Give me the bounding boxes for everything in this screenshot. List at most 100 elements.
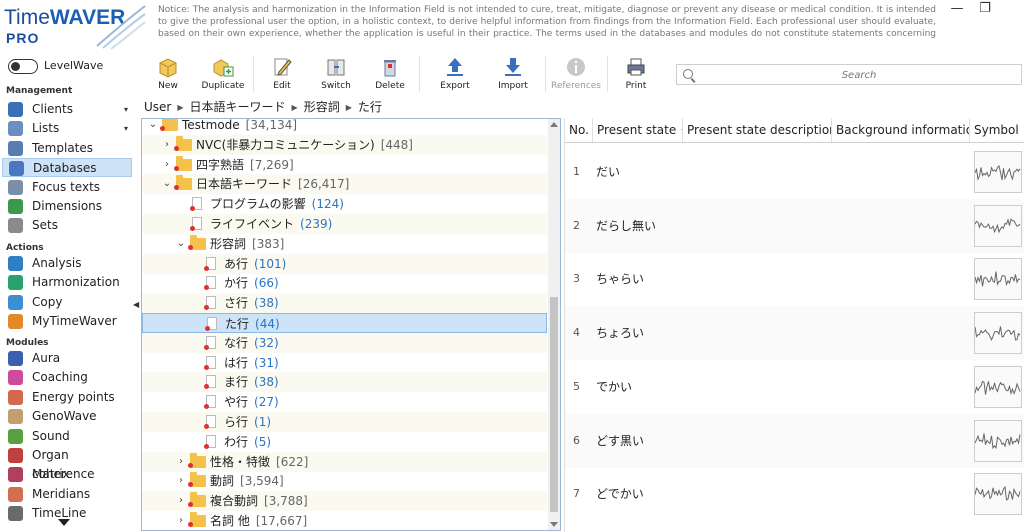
table-row[interactable]: 2 だらし無い [565, 198, 1024, 253]
sidebar-item-coaching[interactable]: Coaching [2, 368, 132, 387]
sidebar-item-genowave[interactable]: GenoWave [2, 407, 132, 426]
tree-item-row[interactable]: プログラムの影響 (124) [142, 194, 547, 214]
column-header-description[interactable]: Present state description [683, 118, 832, 142]
sound-icon [8, 428, 23, 444]
tree-label: か行 (66) [224, 276, 279, 291]
focus-texts-icon [8, 179, 23, 195]
sidebar-item-copy[interactable]: Copy [2, 293, 132, 312]
tree-folder-row[interactable]: ⌄ Testmode [34,134] [142, 119, 547, 135]
sidebar-item-databases[interactable]: Databases [2, 158, 132, 178]
references-button[interactable]: References [549, 50, 603, 96]
sidebar-scroll-down-icon[interactable] [58, 519, 72, 527]
document-icon [190, 217, 202, 231]
table-row[interactable]: 6 どす黒い [565, 413, 1024, 468]
tree-folder-row[interactable]: › 複合動詞 [3,788] [142, 491, 547, 512]
tree-folder-row[interactable]: › 性格・特徴 [622] [142, 451, 547, 472]
chevron-right-icon[interactable]: › [176, 491, 186, 511]
scroll-thumb[interactable] [550, 297, 558, 512]
tree-item-row[interactable]: さ行 (38) [142, 293, 547, 314]
tree-item-row[interactable]: な行 (32) [142, 332, 547, 353]
timeline-icon [8, 506, 23, 522]
tree-folder-row[interactable]: › 名詞 他 [17,667] [142, 511, 547, 530]
chevron-right-icon[interactable]: › [176, 471, 186, 491]
chevron-down-icon[interactable]: ⌄ [148, 119, 158, 135]
sidebar-item-clients[interactable]: Clients ▾ [2, 100, 132, 119]
sidebar-item-meridians[interactable]: Meridians [2, 485, 132, 504]
table-row[interactable]: 7 どでかい [565, 467, 1024, 521]
sidebar-item-focus-texts[interactable]: Focus texts [2, 178, 132, 197]
chevron-down-icon[interactable]: ▾ [124, 119, 128, 138]
tree-item-row[interactable]: は行 (31) [142, 353, 547, 373]
duplicate-button[interactable]: Duplicate [201, 50, 245, 96]
print-button[interactable]: Print [617, 50, 655, 96]
chevron-down-icon[interactable]: ▾ [124, 100, 128, 119]
tree-item-row[interactable]: ま行 (38) [142, 372, 547, 393]
levelwave-switch[interactable]: LevelWave [8, 58, 138, 74]
restore-button[interactable]: ❐ [972, 0, 998, 18]
breadcrumb-item[interactable]: 形容詞 [304, 100, 340, 114]
tree-folder-row[interactable]: ⌄ 日本語キーワード [26,417] [142, 174, 547, 195]
chevron-right-icon[interactable]: › [176, 452, 186, 472]
sidebar-item-analysis[interactable]: Analysis [2, 254, 132, 273]
delete-button[interactable]: Delete [371, 50, 409, 96]
breadcrumb-item[interactable]: 日本語キーワード [190, 100, 286, 114]
sidebar-item-aura[interactable]: Aura [2, 349, 132, 368]
sidebar-item-sets[interactable]: Sets [2, 216, 132, 235]
column-header-symbol[interactable]: Symbol [970, 118, 1024, 142]
search-input[interactable] [697, 66, 1021, 85]
new-button[interactable]: New [149, 50, 187, 96]
scroll-down-icon[interactable] [550, 522, 558, 527]
search-box[interactable] [676, 64, 1022, 85]
sidebar-item-organ-coherence[interactable]: Organ coherence [2, 446, 132, 481]
window-controls: — ❐ [944, 0, 1024, 20]
column-header-no[interactable]: No. [565, 118, 593, 142]
import-button[interactable]: Import [493, 50, 533, 96]
sidebar-item-dimensions[interactable]: Dimensions [2, 197, 132, 216]
sidebar-item-harmonization[interactable]: Harmonization [2, 273, 132, 292]
sidebar-item-mytimewaver[interactable]: MyTimeWaver [2, 312, 132, 331]
table-row[interactable]: 4 ちょろい [565, 306, 1024, 361]
tree-item-row[interactable]: ら行 (1) [142, 412, 547, 432]
sidebar-item-lists[interactable]: Lists ▾ [2, 119, 132, 138]
tree-item-row[interactable]: や行 (27) [142, 392, 547, 412]
tree-item-row[interactable]: あ行 (101) [142, 253, 547, 274]
document-icon [204, 395, 216, 410]
breadcrumb-item[interactable]: た行 [358, 100, 382, 114]
meridians-icon [8, 486, 23, 502]
levelwave-label: LevelWave [44, 59, 104, 72]
tree-item-row[interactable]: か行 (66) [142, 273, 547, 293]
table-row[interactable]: 5 でかい [565, 360, 1024, 414]
tree-folder-row[interactable]: › 動詞 [3,594] [142, 471, 547, 491]
column-header-background[interactable]: Background information [832, 118, 970, 142]
tree-folder-row[interactable]: › 四字熟語 [7,269] [142, 155, 547, 175]
chevron-down-icon[interactable]: ⌄ [176, 234, 186, 254]
tree-scrollbar[interactable] [548, 119, 560, 530]
chevron-right-icon[interactable]: › [162, 155, 172, 175]
table-row[interactable]: 1 だい [565, 145, 1024, 199]
tree-item-row[interactable]: ライフイベント (239) [142, 214, 547, 234]
edit-button[interactable]: Edit [263, 50, 301, 96]
tree-item-row[interactable]: わ行 (5) [142, 432, 547, 452]
table-row[interactable]: 3 ちゃらい [565, 252, 1024, 306]
breadcrumb-item[interactable]: User [144, 100, 171, 114]
switch-button[interactable]: Switch [317, 50, 355, 96]
chevron-down-icon[interactable]: ⌄ [162, 174, 172, 194]
toggle-switch[interactable] [8, 59, 38, 74]
tree-folder-row[interactable]: ⌄ 形容詞 [383] [142, 234, 547, 254]
sidebar-item-templates[interactable]: Templates [2, 139, 132, 158]
export-button[interactable]: Export [435, 50, 475, 96]
tree-item-row[interactable]: た行 (44) [142, 313, 547, 333]
search-icon [683, 69, 693, 79]
chevron-right-icon: ▶ [177, 103, 184, 112]
chevron-right-icon[interactable]: › [162, 135, 172, 155]
tree-folder-row[interactable]: › NVC(非暴力コミュニケーション) [448] [142, 134, 547, 155]
column-header-present-state[interactable]: Present state ^ [593, 118, 683, 142]
tree-label: た行 (44) [225, 317, 280, 331]
sidebar-item-matrix[interactable]: Matrix [2, 465, 132, 484]
scroll-up-icon[interactable] [550, 122, 558, 127]
minimize-button[interactable]: — [944, 0, 970, 18]
sidebar-item-sound[interactable]: Sound [2, 427, 132, 446]
chevron-right-icon[interactable]: › [176, 511, 186, 530]
sidebar-item-energy-points[interactable]: Energy points [2, 388, 132, 407]
sidebar-collapse-icon[interactable]: ◀ [133, 300, 139, 309]
